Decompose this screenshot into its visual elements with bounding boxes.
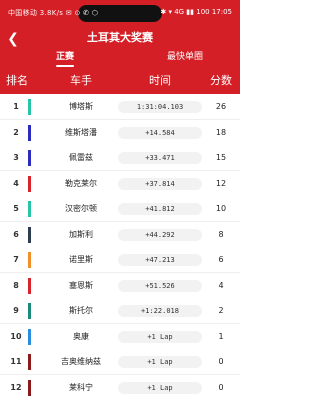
team-color-bar xyxy=(28,175,31,192)
position-cell: 10 xyxy=(10,331,22,341)
table-row[interactable]: 5 汉密尔顿 +41.812 10 xyxy=(0,196,240,222)
driver-cell: 奥康 xyxy=(73,331,89,341)
table-row[interactable]: 2 维斯塔潘 +14.584 18 xyxy=(0,119,240,146)
tab-race[interactable]: 正赛 xyxy=(40,50,90,68)
position-cell: 4 xyxy=(13,178,19,188)
header: ❮ 土耳其大奖赛 正赛 最快单圈 排名 车手 时间 分数 xyxy=(0,28,240,94)
points-cell: 0 xyxy=(218,382,224,392)
time-cell: +47.213 xyxy=(118,254,202,266)
status-right: ✱ ▾ 4G ▮▮ 100 17:05 xyxy=(160,8,232,16)
time-cell: +1 Lap xyxy=(118,381,202,394)
points-cell: 10 xyxy=(215,204,227,213)
position-cell: 8 xyxy=(13,280,19,290)
page-title: 土耳其大奖赛 xyxy=(87,31,153,44)
points-cell: 1 xyxy=(218,331,224,341)
table-row[interactable]: 10 奥康 +1 Lap 1 xyxy=(0,323,240,350)
time-cell: +1:22.018 xyxy=(118,305,202,317)
points-cell: 6 xyxy=(218,255,224,264)
position-cell: 3 xyxy=(13,153,19,162)
driver-cell: 吉奥维纳兹 xyxy=(61,357,101,366)
points-cell: 26 xyxy=(215,102,227,111)
points-cell: 12 xyxy=(215,178,227,188)
position-cell: 11 xyxy=(10,357,22,366)
points-cell: 8 xyxy=(218,229,224,239)
driver-cell: 博塔斯 xyxy=(69,102,93,111)
tab-bar: 正赛 最快单圈 xyxy=(0,50,240,68)
team-color-bar xyxy=(28,354,31,370)
time-cell: +44.292 xyxy=(118,228,202,241)
driver-cell: 斯托尔 xyxy=(69,306,93,315)
time-cell: +33.471 xyxy=(118,152,202,164)
table-row[interactable]: 9 斯托尔 +1:22.018 2 xyxy=(0,298,240,324)
driver-cell: 佩雷兹 xyxy=(69,153,93,162)
table-row[interactable]: 12 莱科宁 +1 Lap 0 xyxy=(0,374,240,400)
table-row[interactable]: 6 加斯利 +44.292 8 xyxy=(0,221,240,248)
table-row[interactable]: 1 博塔斯 1:31:04.103 26 xyxy=(0,94,240,120)
app-screen: 中国移动 3.8K/s ✉ ⊙ ✆ ⬡ ✱ ▾ 4G ▮▮ 100 17:05 … xyxy=(0,0,240,400)
column-header-driver: 车手 xyxy=(70,74,92,87)
time-cell: 1:31:04.103 xyxy=(118,101,202,113)
column-header-time: 时间 xyxy=(149,74,171,87)
position-cell: 1 xyxy=(13,102,19,111)
driver-cell: 加斯利 xyxy=(69,229,93,239)
results-table: 1 博塔斯 1:31:04.103 26 2 维斯塔潘 +14.584 18 3… xyxy=(0,94,240,400)
column-header-position: 排名 xyxy=(6,74,28,87)
position-cell: 6 xyxy=(13,229,19,239)
driver-cell: 汉密尔顿 xyxy=(65,204,97,213)
points-cell: 2 xyxy=(218,306,224,315)
position-cell: 9 xyxy=(13,306,19,315)
table-row[interactable]: 3 佩雷兹 +33.471 15 xyxy=(0,145,240,171)
table-row[interactable]: 11 吉奥维纳兹 +1 Lap 0 xyxy=(0,349,240,375)
time-cell: +1 Lap xyxy=(118,356,202,368)
team-color-bar xyxy=(28,124,31,141)
points-cell: 18 xyxy=(215,127,227,137)
driver-cell: 塞恩斯 xyxy=(69,280,93,290)
position-cell: 2 xyxy=(13,127,19,137)
points-cell: 0 xyxy=(218,357,224,366)
time-cell: +14.584 xyxy=(118,126,202,139)
driver-cell: 莱科宁 xyxy=(69,382,93,392)
team-color-bar xyxy=(28,201,31,217)
team-color-bar xyxy=(28,99,31,115)
table-row[interactable]: 7 诺里斯 +47.213 6 xyxy=(0,247,240,273)
tab-fastest-lap[interactable]: 最快单圈 xyxy=(150,50,220,68)
driver-cell: 勒克莱尔 xyxy=(65,178,97,188)
team-color-bar xyxy=(28,303,31,319)
table-row[interactable]: 4 勒克莱尔 +37.814 12 xyxy=(0,170,240,197)
status-bar: 中国移动 3.8K/s ✉ ⊙ ✆ ⬡ ✱ ▾ 4G ▮▮ 100 17:05 xyxy=(0,0,240,28)
time-cell: +41.812 xyxy=(118,203,202,215)
time-cell: +1 Lap xyxy=(118,330,202,343)
driver-cell: 诺里斯 xyxy=(69,255,93,264)
team-color-bar xyxy=(28,379,31,396)
position-cell: 12 xyxy=(10,382,22,392)
team-color-bar xyxy=(28,277,31,294)
team-color-bar xyxy=(28,150,31,166)
status-left: 中国移动 3.8K/s ✉ ⊙ ✆ ⬡ xyxy=(8,9,99,17)
points-cell: 4 xyxy=(218,280,224,290)
position-cell: 7 xyxy=(13,255,19,264)
team-color-bar xyxy=(28,328,31,345)
team-color-bar xyxy=(28,226,31,243)
driver-cell: 维斯塔潘 xyxy=(65,127,97,137)
team-color-bar xyxy=(28,252,31,268)
time-cell: +37.814 xyxy=(118,177,202,190)
points-cell: 15 xyxy=(215,153,227,162)
time-cell: +51.526 xyxy=(118,279,202,292)
position-cell: 5 xyxy=(13,204,19,213)
column-header-points: 分数 xyxy=(210,74,232,87)
table-row[interactable]: 8 塞恩斯 +51.526 4 xyxy=(0,272,240,299)
